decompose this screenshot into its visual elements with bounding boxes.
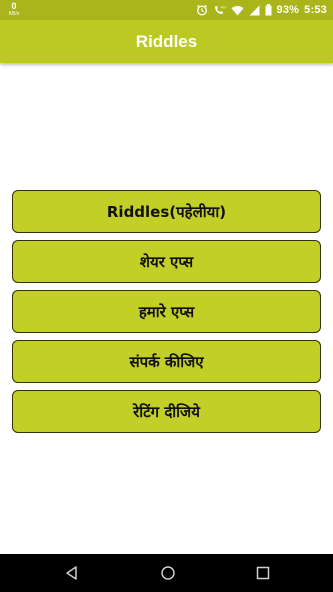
riddles-button[interactable]: Riddles(पहेलीया) [12, 190, 321, 233]
share-apps-button[interactable]: शेयर एप्स [12, 240, 321, 283]
navigation-bar [0, 554, 333, 592]
battery-percent: 93% [276, 4, 300, 16]
rate-us-button-label: रेटिंग दीजिये [133, 402, 200, 421]
home-icon[interactable] [160, 565, 176, 581]
app-bar: Riddles [0, 20, 333, 63]
battery-icon [265, 4, 272, 16]
our-apps-button-label: हमारे एप्स [138, 302, 195, 321]
contact-us-button[interactable]: संपर्क कीजिए [12, 340, 321, 383]
status-bar: 0 KB/s 4G 93% 5:53 [0, 0, 333, 20]
recents-icon[interactable] [255, 565, 271, 581]
svg-text:4G: 4G [220, 5, 225, 10]
signal-icon [249, 5, 260, 16]
status-indicators: 4G 93% 5:53 [196, 0, 327, 20]
our-apps-button[interactable]: हमारे एप्स [12, 290, 321, 333]
alarm-icon [196, 4, 208, 16]
rate-us-button[interactable]: रेटिंग दीजिये [12, 390, 321, 433]
contact-us-button-label: संपर्क कीजिए [129, 352, 204, 371]
back-icon[interactable] [64, 565, 80, 581]
main-menu: Riddles(पहेलीया) शेयर एप्स हमारे एप्स सं… [12, 190, 321, 440]
share-apps-button-label: शेयर एप्स [139, 252, 194, 271]
riddles-button-label: Riddles(पहेलीया) [106, 202, 227, 221]
app-title: Riddles [135, 31, 198, 51]
network-speed: 0 KB/s [7, 2, 21, 18]
network-speed-unit: KB/s [8, 11, 20, 17]
clock-time: 5:53 [304, 4, 327, 16]
volte-call-icon: 4G [213, 4, 226, 16]
wifi-icon [231, 5, 244, 16]
network-speed-value: 0 [11, 1, 17, 11]
